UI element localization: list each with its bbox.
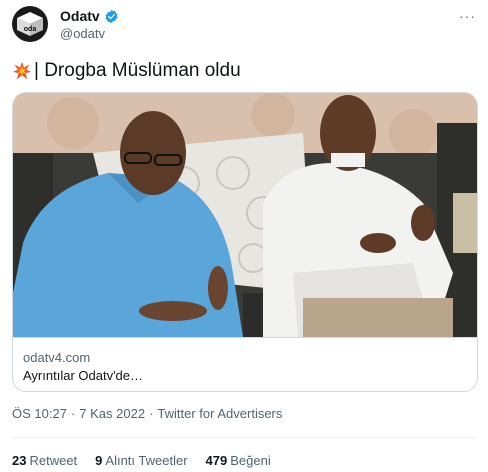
tweet-text-body: | Drogba Müslüman oldu — [34, 60, 241, 81]
tweet-date[interactable]: 7 Kas 2022 — [79, 406, 145, 421]
tweet-time[interactable]: ÖS 10:27 — [12, 406, 67, 421]
odatv-logo-icon: oda — [17, 12, 43, 36]
meta-separator: · — [70, 406, 76, 421]
link-card-domain[interactable]: odatv4.com — [23, 350, 90, 365]
link-card-title[interactable]: Ayrıntılar Odatv'de… — [23, 368, 143, 383]
link-card[interactable]: odatv4.com Ayrıntılar Odatv'de… — [12, 92, 478, 392]
tweet-source[interactable]: Twitter for Advertisers — [157, 406, 282, 421]
author-handle[interactable]: @odatv — [60, 26, 105, 41]
tweet-stats: 23 Retweet 9 Alıntı Tweetler 479 Beğeni — [12, 453, 271, 468]
retweet-count: 23 — [12, 453, 27, 468]
divider — [12, 437, 476, 438]
more-options-button[interactable]: ··· — [459, 8, 476, 24]
collision-icon — [12, 61, 32, 80]
author-display-name[interactable]: Odatv — [60, 8, 100, 24]
logo-text: oda — [24, 26, 37, 33]
quote-count: 9 — [95, 453, 103, 468]
meta-separator: · — [149, 406, 154, 421]
quote-label: Alıntı Tweetler — [105, 453, 188, 468]
author-name-row: Odatv — [60, 8, 119, 24]
link-card-footer[interactable]: odatv4.com Ayrıntılar Odatv'de… — [13, 337, 477, 391]
verified-badge-icon — [105, 9, 118, 23]
article-photo[interactable] — [13, 93, 477, 337]
avatar[interactable]: oda — [12, 6, 48, 42]
tweet-text: | Drogba Müslüman oldu — [12, 60, 241, 82]
like-stat[interactable]: 479 Beğeni — [206, 453, 271, 468]
like-count: 479 — [205, 453, 228, 468]
tweet-meta: ÖS 10:27 · 7 Kas 2022 · Twitter for Adve… — [12, 406, 282, 421]
like-label: Beğeni — [230, 453, 271, 468]
retweet-label: Retweet — [29, 453, 78, 468]
quote-stat[interactable]: 9 Alıntı Tweetler — [95, 453, 187, 468]
retweet-stat[interactable]: 23 Retweet — [12, 453, 77, 468]
